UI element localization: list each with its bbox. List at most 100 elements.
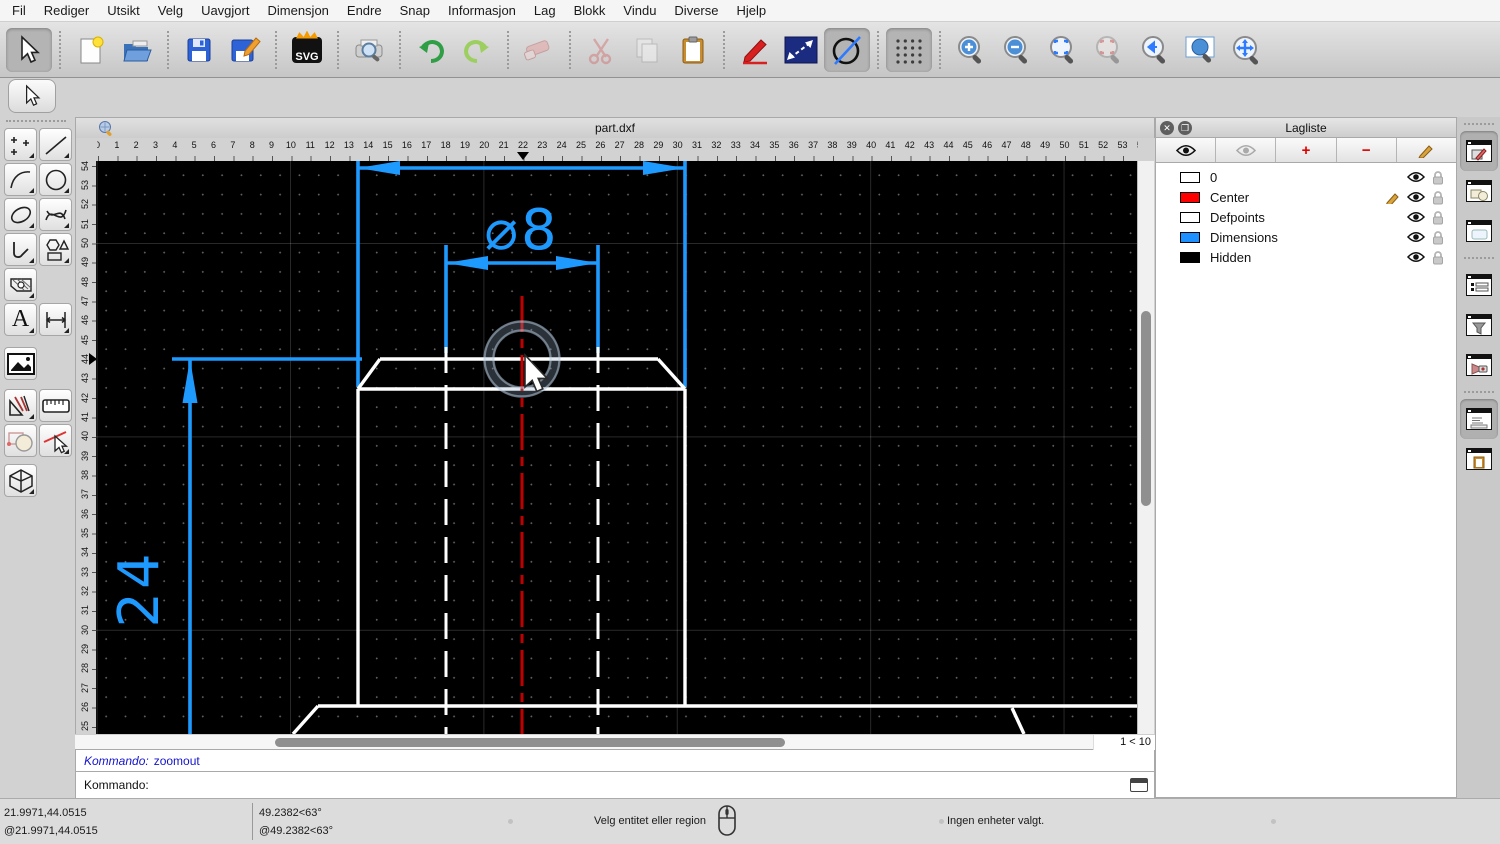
text-tool-button[interactable]: A (4, 303, 37, 336)
menu-item-fil[interactable]: Fil (12, 3, 26, 18)
layer-row-icons[interactable] (1386, 190, 1444, 205)
drawing-canvas[interactable]: ⌀8 24 (96, 161, 1137, 734)
line-tool-button[interactable] (39, 128, 72, 161)
ruler-number: 34 (80, 547, 90, 558)
zoom-selection-button[interactable] (1086, 28, 1132, 72)
command-input[interactable] (154, 778, 1130, 792)
cut-button[interactable] (578, 28, 624, 72)
polyline-tool-button[interactable] (4, 233, 37, 266)
draw-order-button[interactable] (732, 28, 778, 72)
menu-item-informasjon[interactable]: Informasjon (448, 3, 516, 18)
ruler-number: 22 (517, 140, 528, 150)
menu-item-dimensjon[interactable]: Dimensjon (267, 3, 328, 18)
vertical-scrollbar-thumb[interactable] (1141, 311, 1151, 506)
layer-color-swatch[interactable] (1180, 191, 1200, 203)
layer-row-0[interactable]: 0 (1156, 167, 1456, 187)
measure-tool-button[interactable] (39, 389, 72, 422)
toolbar-separator (569, 30, 571, 69)
arc-tool-button[interactable] (4, 163, 37, 196)
add-layer-button[interactable]: + (1276, 138, 1337, 162)
vertical-scrollbar[interactable] (1137, 161, 1154, 734)
layer-row-icons[interactable] (1407, 210, 1444, 225)
distance-tool-button[interactable] (778, 28, 824, 72)
open-file-button[interactable] (114, 28, 160, 72)
menu-item-hjelp[interactable]: Hjelp (737, 3, 767, 18)
select-tool-button[interactable] (6, 27, 52, 72)
detach-icon[interactable]: ❐ (1178, 120, 1192, 135)
image-tool-button[interactable] (4, 347, 37, 380)
undo-button[interactable] (408, 28, 454, 72)
command-dock-button[interactable] (1459, 399, 1498, 439)
circle-tool-button[interactable] (39, 163, 72, 196)
block-list-dock-button[interactable] (1460, 171, 1498, 211)
menu-item-lag[interactable]: Lag (534, 3, 556, 18)
hatch-tool-button[interactable] (4, 268, 37, 301)
ruler-number: 53 (80, 179, 90, 190)
menu-item-vindu[interactable]: Vindu (623, 3, 656, 18)
close-icon[interactable]: ✕ (1160, 120, 1174, 135)
menu-item-utsikt[interactable]: Utsikt (107, 3, 140, 18)
layer-color-swatch[interactable] (1180, 211, 1200, 223)
layer-row-icons[interactable] (1407, 170, 1444, 185)
layer-list-dock-button[interactable] (1459, 131, 1498, 171)
layer-row-icons[interactable] (1407, 230, 1444, 245)
zoom-previous-button[interactable] (1132, 28, 1178, 72)
menu-item-blokk[interactable]: Blokk (574, 3, 606, 18)
shapes-tool-button[interactable] (39, 233, 72, 266)
horizontal-scrollbar[interactable]: 1 < 10 (75, 734, 1155, 750)
command-dock-icon[interactable] (1130, 778, 1148, 792)
zoom-auto-button[interactable] (1040, 28, 1086, 72)
save-as-button[interactable] (222, 28, 268, 72)
layer-row-center[interactable]: Center (1156, 187, 1456, 207)
entity-list-dock-button[interactable] (1460, 265, 1498, 305)
clipboard-dock-button[interactable] (1460, 439, 1498, 479)
palette-handle[interactable] (6, 120, 66, 122)
svg-export-button[interactable]: SVG (284, 28, 330, 72)
layer-color-swatch[interactable] (1180, 171, 1200, 183)
construction-tool-button[interactable] (4, 389, 37, 422)
layer-color-swatch[interactable] (1180, 251, 1200, 263)
layer-row-icons[interactable] (1407, 250, 1444, 265)
points-tool-button[interactable] (4, 128, 37, 161)
redo-button[interactable] (454, 28, 500, 72)
copy-button[interactable] (624, 28, 670, 72)
zoom-window-button[interactable] (1178, 28, 1224, 72)
drawing-window-titlebar[interactable]: part.dxf (75, 117, 1155, 138)
menu-item-endre[interactable]: Endre (347, 3, 382, 18)
distance-icon (784, 36, 818, 63)
trim-tool-button[interactable] (39, 424, 72, 457)
layer-row-hidden[interactable]: Hidden (1156, 247, 1456, 267)
menu-item-snap[interactable]: Snap (400, 3, 430, 18)
horizontal-scrollbar-thumb[interactable] (275, 738, 785, 747)
menu-item-velg[interactable]: Velg (158, 3, 183, 18)
save-button[interactable] (176, 28, 222, 72)
menu-item-uavgjort[interactable]: Uavgjort (201, 3, 249, 18)
zoom-in-button[interactable] (948, 28, 994, 72)
menu-item-diverse[interactable]: Diverse (674, 3, 718, 18)
new-file-button[interactable] (68, 28, 114, 72)
ellipse-tool-button[interactable] (4, 198, 37, 231)
layer-color-swatch[interactable] (1180, 231, 1200, 243)
delete-button[interactable] (516, 28, 562, 72)
pan-button[interactable] (1224, 28, 1270, 72)
print-preview-button[interactable] (346, 28, 392, 72)
view-dock-button[interactable] (1460, 345, 1498, 385)
show-all-layers-button[interactable] (1156, 138, 1217, 162)
spline-tool-button[interactable] (39, 198, 72, 231)
dimension-tool-button[interactable] (39, 303, 72, 336)
paste-button[interactable] (670, 28, 716, 72)
modify-tool-button[interactable] (4, 424, 37, 457)
edit-layer-button[interactable] (1397, 138, 1456, 162)
menu-item-rediger[interactable]: Rediger (44, 3, 90, 18)
centerline-toggle-button[interactable] (824, 27, 870, 72)
palette-select-button[interactable] (8, 79, 56, 113)
layer-row-defpoints[interactable]: Defpoints (1156, 207, 1456, 227)
solid-tool-button[interactable] (4, 464, 37, 497)
grid-toggle-button[interactable] (886, 27, 932, 72)
remove-layer-button[interactable]: − (1337, 138, 1397, 162)
zoom-out-button[interactable] (994, 28, 1040, 72)
layer-row-dimensions[interactable]: Dimensions (1156, 227, 1456, 247)
filter-dock-button[interactable] (1460, 305, 1498, 345)
hide-all-layers-button[interactable] (1216, 138, 1277, 162)
library-dock-button[interactable] (1460, 211, 1498, 251)
